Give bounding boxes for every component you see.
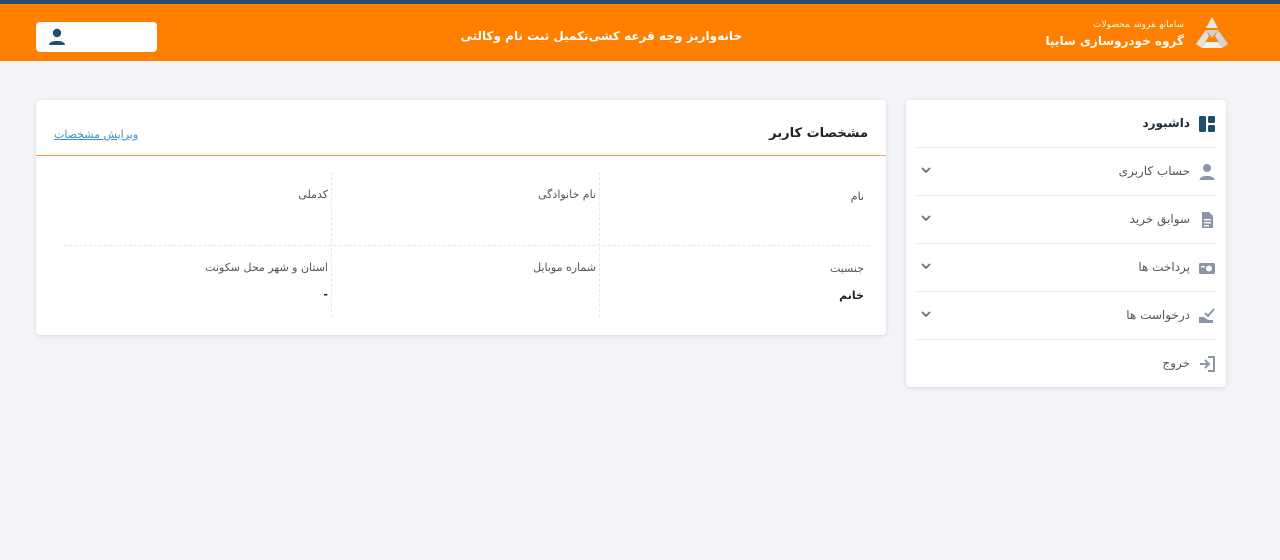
user-icon: [1199, 164, 1215, 180]
sidebar-item-label: خروج: [1162, 356, 1190, 370]
chevron-down-icon: [921, 167, 931, 174]
field-national-code: کدملی: [298, 188, 328, 215]
brand[interactable]: سامانهفروشمحصولات گروه خودروسازی سایپا: [1046, 14, 1232, 54]
sidebar-item-logout[interactable]: خروج: [916, 340, 1216, 388]
field-label: استان و شهر محل سکونت: [205, 261, 328, 274]
dashboard-icon: [1199, 116, 1215, 132]
field-label: نام خانوادگی: [538, 188, 596, 201]
brand-text: سامانهفروشمحصولات گروه خودروسازی سایپا: [1046, 20, 1184, 48]
field-value: خانم: [839, 289, 864, 302]
document-icon: [1202, 212, 1213, 228]
payment-icon: [1199, 263, 1215, 274]
field-gender: جنسیت خانم: [830, 262, 864, 302]
user-profile-card: مشخصات کاربر ویرایش مشخصات نام نام خانوا…: [36, 100, 886, 335]
sidebar-item-account[interactable]: حساب کاربری: [916, 148, 1216, 196]
field-mobile: شماره موبایل: [533, 261, 596, 288]
sidebar: داشبورد حساب کاربری سوابق خرید پرداخت ها: [906, 100, 1226, 387]
sidebar-item-label: سوابق خرید: [1129, 212, 1190, 226]
nav-lottery-deposit[interactable]: واریز وجه قرعه کشی: [589, 29, 718, 43]
row-divider: [64, 245, 870, 246]
request-icon: [1199, 308, 1215, 323]
field-residence: استان و شهر محل سکونت -: [205, 261, 328, 301]
sidebar-item-label: داشبورد: [1142, 116, 1190, 130]
field-label: کدملی: [298, 188, 328, 201]
saipa-logo-icon: [1196, 17, 1228, 48]
logout-icon: [1200, 356, 1215, 372]
chevron-down-icon: [921, 311, 931, 318]
user-menu-button[interactable]: [36, 22, 157, 52]
sidebar-item-dashboard[interactable]: داشبورد: [916, 100, 1216, 148]
field-label: شماره موبایل: [533, 261, 596, 274]
chevron-down-icon: [921, 263, 931, 270]
card-header: مشخصات کاربر ویرایش مشخصات: [36, 100, 886, 156]
main-nav: خانه واریز وجه قرعه کشی تکمیل ثبت نام وک…: [460, 29, 742, 43]
field-label: نام: [850, 190, 864, 203]
brand-subtitle: سامانهفروشمحصولات: [1093, 20, 1184, 30]
user-icon: [49, 28, 65, 45]
sidebar-item-label: درخواست ها: [1126, 308, 1190, 322]
edit-profile-link[interactable]: ویرایش مشخصات: [54, 128, 138, 141]
sidebar-item-purchase-history[interactable]: سوابق خرید: [916, 196, 1216, 244]
card-title: مشخصات کاربر: [769, 126, 868, 141]
header-bar: سامانهفروشمحصولات گروه خودروسازی سایپا خ…: [0, 4, 1280, 61]
chevron-down-icon: [921, 215, 931, 222]
brand-title: گروه خودروسازی سایپا: [1045, 34, 1184, 48]
sidebar-item-payments[interactable]: پرداخت ها: [916, 244, 1216, 292]
field-value: -: [323, 288, 328, 301]
nav-complete-registration[interactable]: تکمیل ثبت نام وکالتی: [460, 29, 588, 43]
field-first-name: نام: [851, 190, 864, 217]
field-last-name: نام خانوادگی: [538, 188, 596, 215]
nav-home[interactable]: خانه: [717, 29, 742, 43]
sidebar-item-requests[interactable]: درخواست ها: [916, 292, 1216, 340]
sidebar-item-label: پرداخت ها: [1138, 260, 1190, 274]
field-label: جنسیت: [829, 262, 864, 275]
sidebar-item-label: حساب کاربری: [1118, 164, 1190, 178]
